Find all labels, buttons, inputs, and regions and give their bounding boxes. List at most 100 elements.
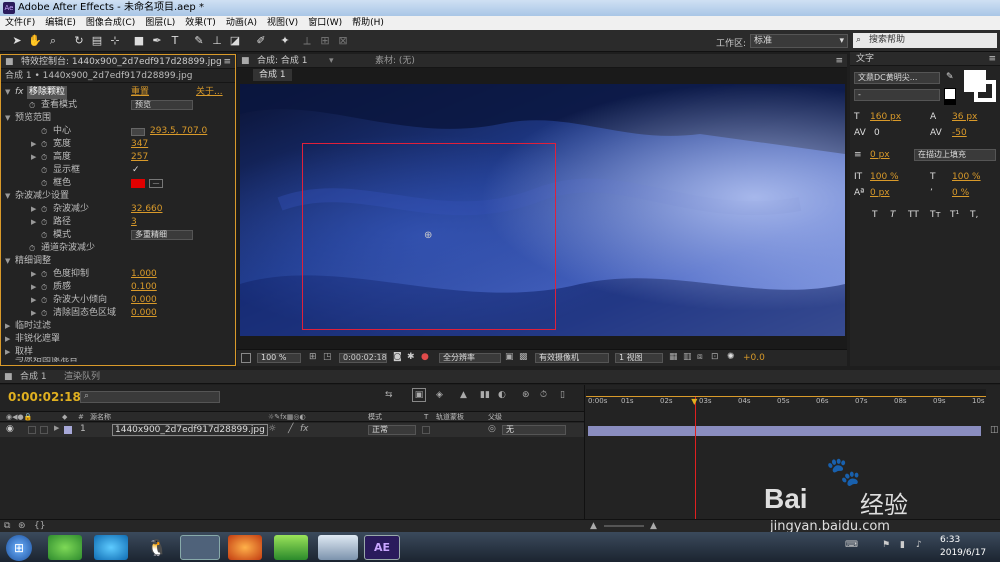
axis-view-icon[interactable]: ⊠ xyxy=(336,34,350,48)
green-app-icon[interactable] xyxy=(48,535,82,560)
leading-value[interactable]: 36 px xyxy=(952,112,977,122)
expand-triangle-icon[interactable]: ▶ xyxy=(31,294,36,307)
brainstorm-icon[interactable]: ◐ xyxy=(498,390,506,400)
stopwatch-icon[interactable]: ⏱ xyxy=(41,138,47,151)
after-effects-taskbar-button[interactable]: AE xyxy=(364,535,400,560)
effect-about-link[interactable]: 关于... xyxy=(196,86,223,99)
fast-preview-icon[interactable]: ▥ xyxy=(683,352,692,362)
mask-icon[interactable]: ◳ xyxy=(323,352,332,362)
col-parent[interactable]: 父级 xyxy=(488,412,502,422)
fill-black-swatch[interactable] xyxy=(944,100,956,105)
layer-lock-icon[interactable]: ◫ xyxy=(990,425,999,435)
zoom-select[interactable]: 100 % xyxy=(257,353,301,363)
layer-name[interactable]: 1440x900_2d7edf917d28899.jpg xyxy=(112,424,268,436)
shy-switch-icon[interactable]: ☼ xyxy=(268,424,276,434)
expand-triangle-icon[interactable]: ▶ xyxy=(5,320,10,333)
stopwatch-icon[interactable]: ⏱ xyxy=(41,281,47,294)
layer-duration-bar[interactable] xyxy=(588,426,981,436)
menu-composition[interactable]: 图像合成(C) xyxy=(81,16,140,30)
toggle-transfer-icon[interactable]: ⊛ xyxy=(18,521,26,531)
clock-date[interactable]: 2019/6/17 xyxy=(940,548,986,558)
stopwatch-icon[interactable]: ⏱ xyxy=(41,307,47,320)
trackmatte-checkbox[interactable] xyxy=(422,426,430,434)
stopwatch-icon[interactable]: ⏱ xyxy=(41,294,47,307)
crosshair-icon[interactable]: ⊕ xyxy=(424,230,432,241)
all-caps-button[interactable]: TT xyxy=(908,210,919,220)
flowchart-icon[interactable]: ⊡ xyxy=(711,352,719,362)
font-size-value[interactable]: 160 px xyxy=(870,112,901,122)
expand-triangle-icon[interactable]: ▼ xyxy=(5,255,10,268)
stopwatch-icon[interactable]: ⏱ xyxy=(41,229,47,242)
toggle-pixel-aspect-icon[interactable]: ▦ xyxy=(669,352,678,362)
close-icon[interactable]: ■ xyxy=(4,370,13,384)
timeline-zoom-slider[interactable] xyxy=(604,525,644,527)
zoom-out-icon[interactable]: ▲ xyxy=(590,521,597,531)
timeline-current-time[interactable]: 0:00:02:18 xyxy=(8,390,81,404)
auto-keyframe-icon[interactable]: ⏱ xyxy=(540,390,547,400)
font-family-select[interactable]: 文鼎DC黄明尖... xyxy=(854,72,940,84)
stopwatch-icon[interactable]: ⏱ xyxy=(29,99,35,112)
selection-tool-icon[interactable]: ➤ xyxy=(10,34,24,48)
camera-snapshot-icon[interactable]: ◙ xyxy=(393,352,402,362)
stopwatch-icon[interactable]: ⏱ xyxy=(41,177,47,190)
stroke-color-swatch[interactable] xyxy=(974,80,996,102)
app-window-icon[interactable] xyxy=(318,535,358,560)
parent-select[interactable]: 无 xyxy=(502,425,566,435)
clock-time[interactable]: 6:33 xyxy=(940,535,960,545)
panel-menu-icon[interactable]: ≡ xyxy=(835,54,843,68)
footage-tab[interactable]: 素材: (无) xyxy=(375,54,415,68)
chroma-value[interactable]: 1.000 xyxy=(131,268,157,281)
clean-solid-value[interactable]: 0.000 xyxy=(131,307,157,320)
vertical-scale-value[interactable]: 100 % xyxy=(870,172,899,182)
comp-mini-flowchart-icon[interactable]: ⇆ xyxy=(385,390,393,400)
noise-reduction-value[interactable]: 32.660 xyxy=(131,203,163,216)
menu-edit[interactable]: 编辑(E) xyxy=(40,16,81,30)
region-of-interest-icon[interactable]: ▣ xyxy=(505,352,514,362)
fill-white-swatch[interactable] xyxy=(944,88,956,100)
col-source-name[interactable]: 源名称 xyxy=(90,412,111,422)
rectangle-tool-icon[interactable]: ■ xyxy=(132,34,146,48)
menu-view[interactable]: 视图(V) xyxy=(262,16,303,30)
exposure-value[interactable]: +0.0 xyxy=(743,353,765,363)
faux-bold-button[interactable]: T xyxy=(872,210,878,220)
tracking-value[interactable]: -50 xyxy=(952,128,967,138)
size-bias-value[interactable]: 0.000 xyxy=(131,294,157,307)
mode-select[interactable]: 多重精细 xyxy=(131,230,193,240)
expand-triangle-icon[interactable]: ▶ xyxy=(31,151,36,164)
small-caps-button[interactable]: Tт xyxy=(930,210,941,220)
stopwatch-icon[interactable]: ⏱ xyxy=(41,268,47,281)
baseline-shift-value[interactable]: 0 px xyxy=(870,188,890,198)
timeline-comp-tab[interactable]: 合成 1 xyxy=(20,370,47,384)
tsume-value[interactable]: 0 % xyxy=(952,188,969,198)
graph-icon[interactable]: ▯ xyxy=(560,390,565,400)
browser-icon[interactable] xyxy=(94,535,128,560)
pickwhip-icon[interactable]: ◎ xyxy=(488,424,496,434)
effect-reset-link[interactable]: 重置 xyxy=(131,86,149,99)
expand-triangle-icon[interactable]: ▶ xyxy=(31,203,36,216)
blend-mode-select[interactable]: 正常 xyxy=(368,425,416,435)
effect-name[interactable]: 移除颗粒 xyxy=(27,86,68,99)
axis-local-icon[interactable]: ⟂ xyxy=(300,34,314,48)
composition-tab[interactable]: 合成: 合成 1 xyxy=(257,54,307,68)
qq-icon[interactable]: 🐧 xyxy=(140,535,174,560)
character-tab[interactable]: 文字 ≡ xyxy=(850,52,1000,66)
brush-tool-icon[interactable]: ✎ xyxy=(192,34,206,48)
expand-triangle-icon[interactable]: ▶ xyxy=(31,138,36,151)
text-tool-icon[interactable]: T xyxy=(168,34,182,48)
transparency-grid-icon[interactable]: ▩ xyxy=(519,352,528,362)
show-box-checkbox[interactable]: ✓ xyxy=(132,164,140,177)
col-trackmatte[interactable]: 轨道蒙板 xyxy=(436,412,464,422)
stopwatch-icon[interactable]: ⏱ xyxy=(41,125,47,138)
panel-menu-icon[interactable]: ≡ xyxy=(223,55,231,69)
effect-controls-tab[interactable]: ■ 特效控制台: 1440x900_2d7edf917d28899.jpg ≡ xyxy=(1,55,235,69)
stopwatch-icon[interactable]: ⏱ xyxy=(41,216,47,229)
layer-search-input[interactable]: ⌕ xyxy=(80,391,220,403)
expand-triangle-icon[interactable]: ▼ xyxy=(5,112,10,125)
stroke-width-value[interactable]: 0 px xyxy=(870,150,890,160)
keyboard-icon[interactable]: ⌨ xyxy=(845,540,858,550)
camera-select[interactable]: 有效摄像机 xyxy=(535,353,609,363)
col-mode[interactable]: 模式 xyxy=(368,412,382,422)
render-queue-tab[interactable]: 渲染队列 xyxy=(64,370,100,384)
subscript-button[interactable]: T, xyxy=(970,210,978,220)
start-button[interactable]: ⊞ xyxy=(6,535,32,561)
